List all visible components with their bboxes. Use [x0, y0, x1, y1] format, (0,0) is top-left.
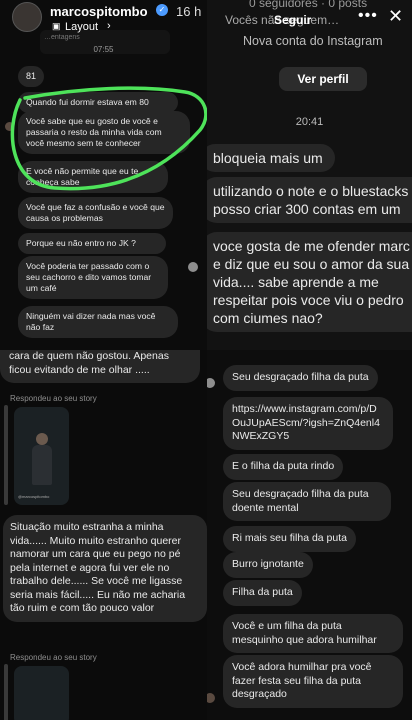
message-bubble: Você e um filha da puta mesquinho que ad… — [223, 614, 403, 653]
message-bubble: utilizando o note e o bluestacks posso c… — [207, 177, 412, 223]
message-bubble: Seu desgraçado filha da puta — [223, 365, 378, 391]
left-chat-screenshot: …entagens 07:55 81 Quando fui dormir est… — [0, 0, 207, 350]
more-icon[interactable]: ••• — [358, 7, 378, 25]
layout-label[interactable]: Layout — [65, 21, 98, 33]
highlight-annotation — [10, 86, 207, 191]
story-thumbnail[interactable] — [14, 666, 69, 720]
time-ago: 16 h — [176, 4, 202, 19]
message-bubble: bloqueia mais um — [207, 144, 335, 172]
reply-bar — [4, 405, 8, 505]
message-bubble: E o filha da puta rindo — [223, 454, 344, 480]
view-profile-button[interactable]: Ver perfil — [279, 67, 367, 91]
message-bubble: Ri mais seu filha da puta — [223, 526, 356, 552]
story-header: marcospitombo ✓ 16 h ▣ Layout › Seguir •… — [0, 0, 412, 40]
follow-button[interactable]: Seguir — [274, 13, 311, 27]
close-icon[interactable]: ✕ — [388, 6, 403, 27]
seen-indicator — [207, 378, 215, 388]
right-chat-screenshot: 0 seguidores · 0 posts Vocês não seguem…… — [207, 0, 412, 350]
message-link-bubble[interactable]: https://www.instagram.com/p/DOuJUpAEScm/… — [223, 397, 393, 450]
replied-story-label: Respondeu ao seu story — [10, 653, 97, 662]
reply-bar — [4, 664, 8, 720]
message-bubble: Você adora humilhar pra você fazer festa… — [223, 655, 403, 708]
left-chat-screenshot-2: cara de quem não gostou. Apenas ficou ev… — [0, 350, 207, 720]
message-bubble: voce gosta de me ofender marc e diz que … — [207, 232, 412, 332]
message-bubble: Burro ignotante — [223, 552, 313, 578]
chevron-right-icon: › — [107, 20, 111, 32]
message-bubble: Seu desgraçado filha da puta doente ment… — [223, 482, 391, 521]
message-bubble: Filha da puta — [223, 580, 302, 606]
message-bubble: cara de quem não gostou. Apenas ficou ev… — [0, 350, 200, 383]
right-chat-screenshot-2: Seu desgraçado filha da puta https://www… — [207, 350, 412, 720]
layout-icon: ▣ — [52, 21, 61, 31]
username[interactable]: marcospitombo — [50, 4, 148, 19]
chat-timestamp: 20:41 — [295, 116, 324, 128]
replied-story-label: Respondeu ao seu story — [10, 394, 97, 403]
sender-avatar — [207, 693, 215, 703]
verified-icon: ✓ — [156, 4, 168, 16]
message-bubble: Situação muito estranha a minha vida....… — [3, 515, 207, 622]
profile-avatar[interactable] — [12, 2, 42, 32]
story-thumbnail[interactable]: @marcospitombo — [14, 407, 69, 505]
story-watermark: @marcospitombo — [18, 494, 50, 499]
